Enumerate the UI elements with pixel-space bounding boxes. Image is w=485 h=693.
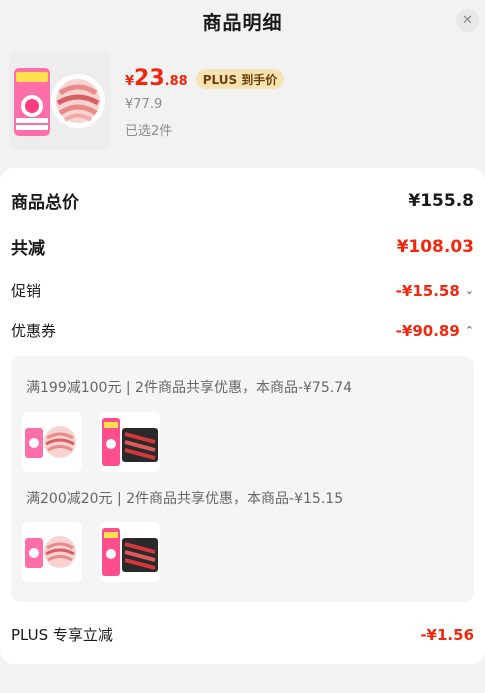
coupon-2-products	[22, 522, 160, 582]
close-button[interactable]: ✕	[456, 9, 479, 32]
total-discount-value: ¥108.03	[396, 236, 474, 257]
promotion-toggle[interactable]: -¥15.58 ⌄	[396, 282, 474, 300]
coupon-value: -¥90.89	[395, 321, 460, 340]
price-details-card: 商品总价 ¥155.8 共减 ¥108.03 促销 -¥15.58 ⌄ 优惠券 …	[0, 168, 485, 664]
plus-discount-value: -¥1.56	[420, 625, 474, 644]
chevron-up-icon: ⌃	[464, 324, 474, 337]
total-price-label: 商品总价	[11, 193, 79, 213]
original-price: ¥77.9	[125, 97, 163, 112]
plus-discount-row: PLUS 专享立减 -¥1.56	[11, 624, 474, 645]
product-detail-sheet: 商品明细 ✕ ¥ 23 .88 PLUS 到手价 ¥77.9 已选2件 商品总价…	[0, 0, 485, 693]
product-image[interactable]	[9, 52, 111, 150]
lamb-roll-product-image	[9, 52, 111, 150]
plus-discount-label: PLUS 专享立减	[11, 626, 113, 644]
plus-price: ¥ 23 .88 PLUS 到手价	[125, 66, 285, 92]
promotion-value: -¥15.58	[395, 281, 460, 300]
close-icon: ✕	[462, 13, 473, 28]
coupon-2-description: 满200减20元 | 2件商品共享优惠，本商品-¥15.15	[26, 491, 344, 507]
coupon-label: 优惠券	[11, 322, 57, 340]
coupon-toggle[interactable]: -¥90.89 ⌃	[396, 322, 474, 340]
selected-count: 已选2件	[125, 124, 173, 139]
beef-roll-image	[100, 522, 160, 582]
lamb-roll-product-thumbnail[interactable]	[22, 522, 82, 582]
total-price-value: ¥155.8	[408, 190, 474, 211]
coupon-detail-panel: 满199减100元 | 2件商品共享优惠，本商品-¥75.74 满200减20元…	[11, 356, 474, 602]
price-decimal: .88	[164, 74, 188, 89]
lamb-roll-image	[22, 412, 82, 472]
lamb-roll-image	[22, 522, 82, 582]
coupon-1-description: 满199减100元 | 2件商品共享优惠，本商品-¥75.74	[26, 380, 353, 396]
promotion-row[interactable]: 促销 -¥15.58 ⌄	[11, 280, 474, 301]
price-currency: ¥	[125, 74, 135, 89]
promotion-label: 促销	[11, 282, 42, 300]
total-discount-row: 共减 ¥108.03	[11, 234, 474, 260]
beef-roll-product-thumbnail[interactable]	[100, 522, 160, 582]
chevron-down-icon: ⌄	[464, 284, 474, 297]
coupon-1-products	[22, 412, 160, 472]
sheet-title: 商品明细	[202, 12, 283, 34]
total-price-row: 商品总价 ¥155.8	[11, 188, 474, 214]
beef-roll-image	[100, 412, 160, 472]
price-integer: 23	[134, 66, 165, 91]
beef-roll-product-thumbnail[interactable]	[100, 412, 160, 472]
lamb-roll-product-thumbnail[interactable]	[22, 412, 82, 472]
coupon-row[interactable]: 优惠券 -¥90.89 ⌃	[11, 320, 474, 341]
total-discount-label: 共减	[11, 239, 45, 259]
plus-price-badge: PLUS 到手价	[195, 69, 285, 89]
sheet-header: 商品明细 ✕	[0, 0, 485, 44]
